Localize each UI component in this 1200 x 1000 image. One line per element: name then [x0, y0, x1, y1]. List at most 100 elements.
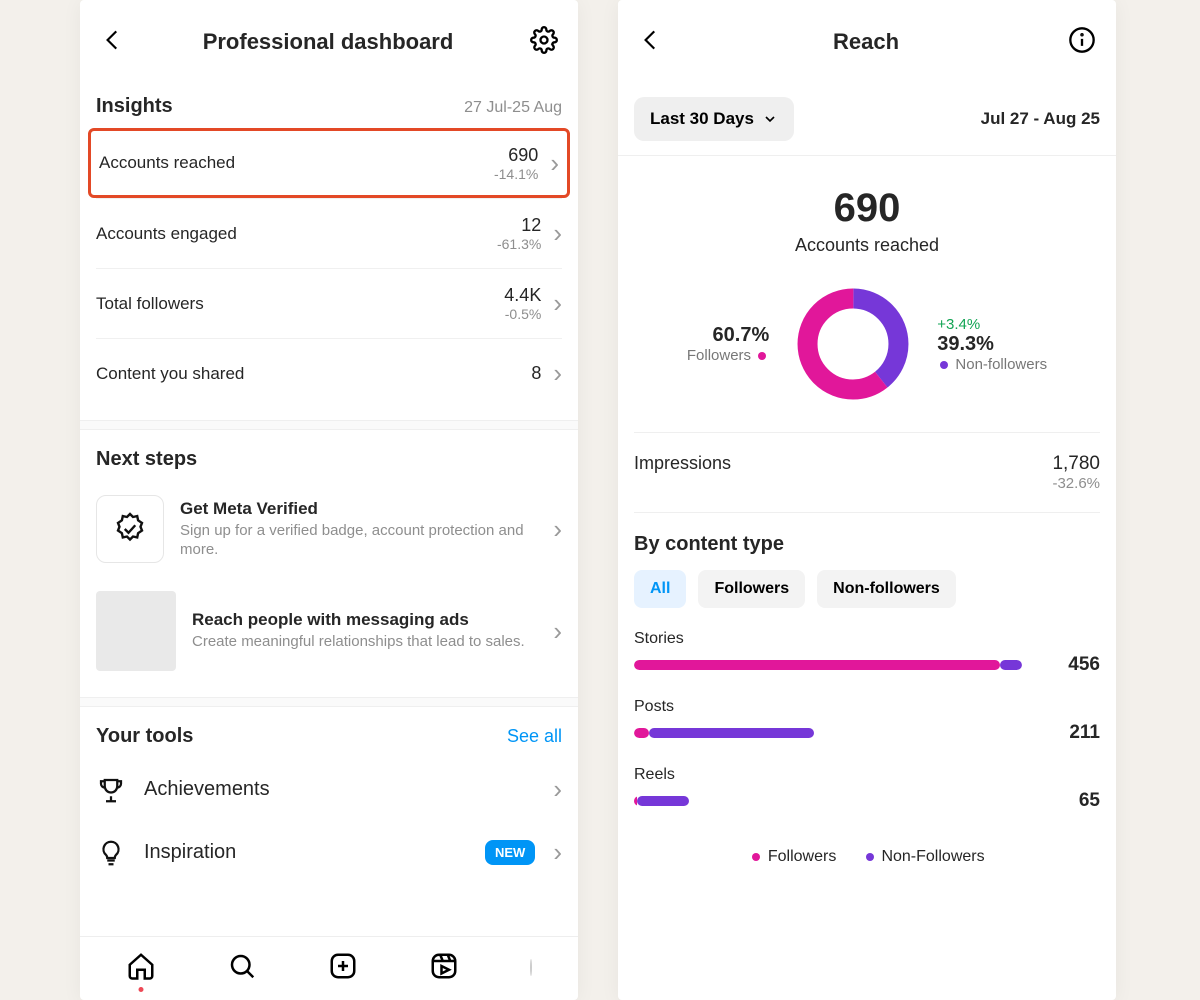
insight-row-accounts-engaged[interactable]: Accounts engaged 12 -61.3% › — [96, 198, 562, 268]
tool-label: Achievements — [144, 778, 535, 801]
reach-label: Accounts reached — [634, 235, 1100, 256]
tab-nonfollowers[interactable]: Non-followers — [817, 570, 956, 608]
reach-screen: Reach Last 30 Days Jul 27 - Aug 25 690 A… — [618, 0, 1116, 1000]
insight-label: Total followers — [96, 294, 204, 314]
impressions-value: 1,780 — [1052, 453, 1100, 475]
page-title: Professional dashboard — [203, 29, 454, 55]
chevron-left-icon — [100, 27, 126, 53]
card-subtitle: Sign up for a verified badge, account pr… — [180, 521, 537, 560]
avatar-icon — [530, 959, 532, 976]
chevron-right-icon: › — [553, 218, 562, 249]
date-range-label: Last 30 Days — [650, 109, 754, 129]
card-title: Get Meta Verified — [180, 499, 537, 519]
tool-label: Inspiration — [144, 841, 467, 864]
chevron-right-icon: › — [553, 616, 562, 647]
tool-row-inspiration[interactable]: Inspiration NEW › — [96, 821, 562, 884]
back-button[interactable] — [96, 23, 130, 60]
insight-row-content-shared[interactable]: Content you shared 8 › — [96, 338, 562, 408]
chevron-left-icon — [638, 27, 664, 53]
bottom-nav — [80, 936, 578, 1000]
chevron-right-icon: › — [553, 358, 562, 389]
legend-nonfollowers: Non-Followers — [881, 848, 984, 865]
impressions-delta: -32.6% — [1052, 475, 1100, 492]
insight-label: Accounts reached — [99, 153, 235, 173]
bar-segment-followers — [634, 660, 1000, 670]
tab-all[interactable]: All — [634, 570, 686, 608]
bar-label: Reels — [634, 766, 1100, 784]
insight-label: Accounts engaged — [96, 224, 237, 244]
dot-purple-icon — [866, 853, 874, 861]
insight-delta: -0.5% — [504, 306, 541, 322]
tool-row-achievements[interactable]: Achievements › — [96, 758, 562, 821]
bar-value: 211 — [1040, 722, 1100, 744]
insight-value: 4.4K — [504, 285, 541, 306]
donut-nonfollowers-pct: 39.3% — [937, 333, 994, 355]
bar-label: Posts — [634, 698, 1100, 716]
donut-nonfollowers-text: Non-followers — [955, 356, 1047, 373]
by-content-heading: By content type — [618, 513, 1116, 570]
chevron-right-icon: › — [553, 774, 562, 805]
chevron-down-icon — [762, 111, 778, 127]
bar-row: Posts 211 — [634, 698, 1100, 744]
date-range-text: Jul 27 - Aug 25 — [981, 109, 1100, 129]
page-title: Reach — [833, 29, 899, 55]
dot-pink-icon — [758, 352, 766, 360]
section-divider — [80, 697, 578, 707]
date-range-dropdown[interactable]: Last 30 Days — [634, 97, 794, 141]
nav-profile[interactable] — [530, 960, 532, 975]
insight-value: 12 — [497, 215, 541, 236]
back-button[interactable] — [634, 23, 668, 60]
tab-followers[interactable]: Followers — [698, 570, 805, 608]
card-title: Reach people with messaging ads — [192, 610, 537, 630]
content-bars: Stories456Posts211Reels65 — [618, 626, 1116, 834]
reach-total: 690 — [634, 186, 1100, 231]
bar-track — [634, 660, 1022, 670]
insight-row-total-followers[interactable]: Total followers 4.4K -0.5% › — [96, 268, 562, 338]
plus-square-icon — [328, 951, 358, 981]
notification-dot-icon — [138, 987, 143, 992]
trophy-icon — [96, 775, 126, 805]
chevron-right-icon: › — [550, 148, 559, 179]
insight-delta: -61.3% — [497, 236, 541, 252]
see-all-link[interactable]: See all — [507, 726, 562, 747]
bar-value: 456 — [1040, 654, 1100, 676]
info-button[interactable] — [1064, 22, 1100, 61]
nav-home[interactable] — [126, 951, 156, 984]
chevron-right-icon: › — [553, 514, 562, 545]
next-steps-heading: Next steps — [96, 448, 197, 471]
dashboard-screen: Professional dashboard Insights 27 Jul-2… — [80, 0, 578, 1000]
insights-heading: Insights — [96, 95, 173, 118]
nav-create[interactable] — [328, 951, 358, 984]
search-icon — [227, 951, 257, 981]
bar-track — [634, 796, 1022, 806]
chevron-right-icon: › — [553, 837, 562, 868]
chevron-right-icon: › — [553, 288, 562, 319]
reels-icon — [429, 951, 459, 981]
card-subtitle: Create meaningful relationships that lea… — [192, 632, 537, 652]
bar-track — [634, 728, 1022, 738]
ads-thumbnail-icon — [96, 591, 176, 671]
donut-followers-text: Followers — [687, 347, 751, 364]
nav-reels[interactable] — [429, 951, 459, 984]
dot-purple-icon — [940, 361, 948, 369]
bars-legend: Followers Non-Followers — [618, 834, 1116, 876]
impressions-row[interactable]: Impressions 1,780 -32.6% — [618, 433, 1116, 512]
card-meta-verified[interactable]: Get Meta Verified Sign up for a verified… — [96, 481, 562, 577]
donut-followers-label: 60.7% Followers — [687, 324, 769, 364]
donut-followers-pct: 60.7% — [713, 324, 770, 346]
bar-segment-nonfollowers — [649, 728, 813, 738]
card-messaging-ads[interactable]: Reach people with messaging ads Create m… — [96, 577, 562, 685]
dot-pink-icon — [752, 853, 760, 861]
bar-row: Reels 65 — [634, 766, 1100, 812]
insight-value: 8 — [531, 363, 541, 384]
lightbulb-icon — [96, 838, 126, 868]
verified-badge-icon — [96, 495, 164, 563]
nav-search[interactable] — [227, 951, 257, 984]
insight-label: Content you shared — [96, 364, 244, 384]
new-badge: NEW — [485, 840, 535, 865]
insight-row-accounts-reached[interactable]: Accounts reached 690 -14.1% › — [88, 128, 570, 198]
donut-nonfollowers-label: +3.4% 39.3% Non-followers — [937, 316, 1047, 373]
impressions-label: Impressions — [634, 453, 731, 492]
settings-button[interactable] — [526, 22, 562, 61]
bar-value: 65 — [1040, 790, 1100, 812]
